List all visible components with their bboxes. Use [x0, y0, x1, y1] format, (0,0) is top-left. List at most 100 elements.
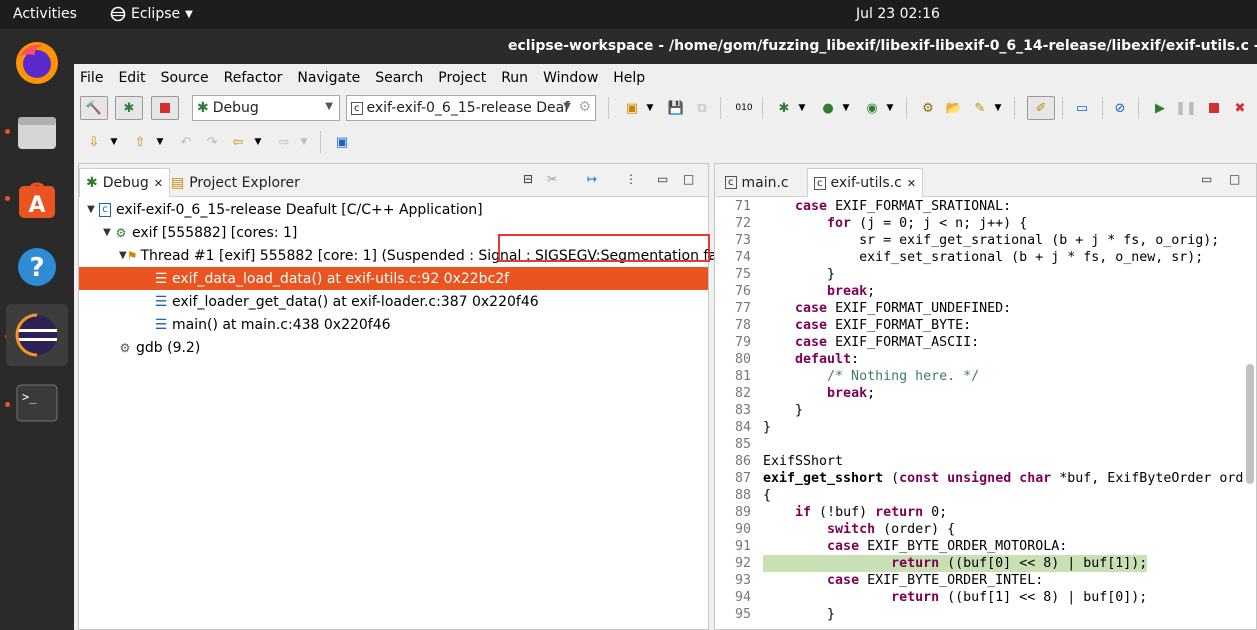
code-line[interactable]: 82 break; [715, 385, 1256, 402]
code-line[interactable]: 84} [715, 419, 1256, 436]
tree-row-frame[interactable]: ☰ exif_loader_get_data() at exif-loader.… [79, 290, 708, 313]
prev-annotation-dropdown[interactable]: ▼ [154, 130, 166, 154]
code-line[interactable]: 86 ExifSShort [715, 453, 1256, 470]
tab-exif-utils-c[interactable]: c exif-utils.c ✕ [807, 168, 924, 197]
code-line[interactable]: 73 sr = exif_get_srational (b + j * fs, … [715, 232, 1256, 249]
minimize-icon[interactable]: ▭ [1201, 172, 1212, 186]
menu-navigate[interactable]: Navigate [297, 70, 360, 86]
remove-terminated-icon[interactable]: ✂ [547, 172, 557, 186]
code-line[interactable]: 95 } [715, 606, 1256, 623]
menu-project[interactable]: Project [438, 70, 486, 86]
step-filters-icon[interactable]: ↦ [587, 172, 597, 186]
code-line[interactable]: 77 case EXIF_FORMAT_UNDEFINED: [715, 300, 1256, 317]
tab-main-c[interactable]: c main.c [719, 168, 795, 197]
activities-button[interactable]: Activities [13, 6, 77, 22]
run-button[interactable]: ● [818, 96, 838, 120]
resume-button[interactable]: ▶ [1150, 96, 1170, 120]
forward-dropdown[interactable]: ▼ [298, 130, 310, 154]
view-menu-icon[interactable]: ⋮ [625, 172, 637, 186]
minimize-icon[interactable]: ▭ [657, 172, 668, 186]
clock[interactable]: Jul 23 02:16 [856, 6, 940, 22]
last-edit-button[interactable]: ↶ [176, 130, 196, 154]
code-line[interactable]: 78 case EXIF_FORMAT_BYTE: [715, 317, 1256, 334]
launch-mode-select[interactable]: ✱ Debug ▼ [192, 95, 340, 121]
code-line[interactable]: 94 return ((buf[1] << 8) | buf[0]); [715, 589, 1256, 606]
editor-scrollbar[interactable] [1246, 364, 1254, 484]
external-tools-button[interactable]: ◉ [862, 96, 882, 120]
debug-button[interactable]: ✱ [115, 96, 143, 120]
code-line[interactable]: 89 if (!buf) return 0; [715, 504, 1256, 521]
code-line[interactable]: 93 case EXIF_BYTE_ORDER_INTEL: [715, 572, 1256, 589]
terminate-debug-button[interactable] [1204, 96, 1224, 120]
tab-project-explorer[interactable]: ▤ Project Explorer [165, 168, 306, 197]
binary-button[interactable]: 010 [734, 96, 754, 120]
close-icon[interactable]: ✕ [907, 177, 916, 190]
maximize-icon[interactable]: □ [1229, 172, 1240, 186]
code-line[interactable]: 71 case EXIF_FORMAT_SRATIONAL: [715, 198, 1256, 215]
code-editor[interactable]: 71 case EXIF_FORMAT_SRATIONAL: 72 for (j … [715, 198, 1256, 630]
close-icon[interactable]: ✕ [154, 177, 163, 190]
save-all-button[interactable]: ⧉ [692, 96, 712, 120]
mark-occurrences-button[interactable]: ✐ [1027, 96, 1055, 120]
external-tools-dropdown[interactable]: ▼ [884, 96, 896, 120]
tab-debug[interactable]: ✱ Debug ✕ [79, 168, 170, 197]
menu-search[interactable]: Search [375, 70, 423, 86]
maximize-icon[interactable]: □ [683, 172, 694, 186]
app-menu[interactable]: Eclipse ▼ [110, 6, 193, 22]
build-button[interactable]: 🔨 [80, 96, 108, 120]
disconnect-button[interactable]: ✖ [1230, 96, 1250, 120]
search-dropdown[interactable]: ▼ [992, 96, 1004, 120]
dock-software[interactable]: A [6, 169, 68, 231]
open-type-button[interactable]: ⚙ [918, 96, 938, 120]
prev-annotation-button[interactable]: ⇧ [130, 130, 150, 154]
pin-editor-button[interactable]: ▣ [332, 130, 352, 154]
dock-files[interactable] [6, 102, 68, 164]
menu-source[interactable]: Source [161, 70, 209, 86]
code-line[interactable]: 87 exif_get_sshort (const unsigned char *… [715, 470, 1256, 487]
tree-row-gdb[interactable]: ⚙ gdb (9.2) [79, 336, 708, 359]
code-line[interactable]: 76 break; [715, 283, 1256, 300]
skip-breakpoints-button[interactable]: ⊘ [1110, 96, 1130, 120]
code-line[interactable]: 88 { [715, 487, 1256, 504]
menu-run[interactable]: Run [501, 70, 528, 86]
chevron-down-icon[interactable]: ▼ [119, 250, 127, 261]
dock-firefox[interactable] [6, 32, 68, 94]
menu-window[interactable]: Window [543, 70, 598, 86]
code-line[interactable]: 83 } [715, 402, 1256, 419]
code-line[interactable]: 80 default: [715, 351, 1256, 368]
code-line[interactable]: 81 /* Nothing here. */ [715, 368, 1256, 385]
menu-refactor[interactable]: Refactor [224, 70, 283, 86]
terminal-view-button[interactable]: ▭ [1072, 96, 1092, 120]
code-line[interactable]: 90 switch (order) { [715, 521, 1256, 538]
debug-launch-button[interactable]: ✱ [774, 96, 794, 120]
code-line[interactable]: 75 } [715, 266, 1256, 283]
code-line[interactable]: 74 exif_set_srational (b + j * fs, o_new… [715, 249, 1256, 266]
back-dropdown[interactable]: ▼ [252, 130, 264, 154]
dock-eclipse[interactable] [6, 304, 68, 366]
menu-file[interactable]: File [80, 70, 103, 86]
tree-row-launch[interactable]: ▼ c exif-exif-0_6_15-release Deafult [C/… [79, 198, 708, 221]
dock-terminal[interactable]: >_ [6, 372, 68, 434]
search-button[interactable]: ✎ [970, 96, 990, 120]
forward-button[interactable]: ⇨ [274, 130, 294, 154]
tree-row-frame[interactable]: ☰ main() at main.c:438 0x220f46 [79, 313, 708, 336]
menu-help[interactable]: Help [613, 70, 645, 86]
chevron-down-icon[interactable]: ▼ [85, 204, 97, 215]
back-button[interactable]: ⇦ [228, 130, 248, 154]
run-dropdown[interactable]: ▼ [840, 96, 852, 120]
tree-row-frame-selected[interactable]: ☰ exif_data_load_data() at exif-utils.c:… [79, 267, 708, 290]
code-line[interactable]: 85 [715, 436, 1256, 453]
save-button[interactable]: 💾 [666, 96, 686, 120]
next-annotation-dropdown[interactable]: ▼ [108, 130, 120, 154]
code-line[interactable]: 72 for (j = 0; j < n; j++) { [715, 215, 1256, 232]
new-button[interactable]: ▣ [622, 96, 642, 120]
code-line[interactable]: 79 case EXIF_FORMAT_ASCII: [715, 334, 1256, 351]
code-line[interactable]: 91 case EXIF_BYTE_ORDER_MOTOROLA: [715, 538, 1256, 555]
menu-edit[interactable]: Edit [118, 70, 145, 86]
new-dropdown[interactable]: ▼ [644, 96, 656, 120]
dock-help[interactable]: ? [6, 236, 68, 298]
open-folder-button[interactable]: 📂 [944, 96, 964, 120]
suspend-button[interactable]: ❚❚ [1175, 96, 1197, 120]
collapse-all-icon[interactable]: ⊟ [523, 172, 533, 186]
chevron-down-icon[interactable]: ▼ [101, 227, 113, 238]
